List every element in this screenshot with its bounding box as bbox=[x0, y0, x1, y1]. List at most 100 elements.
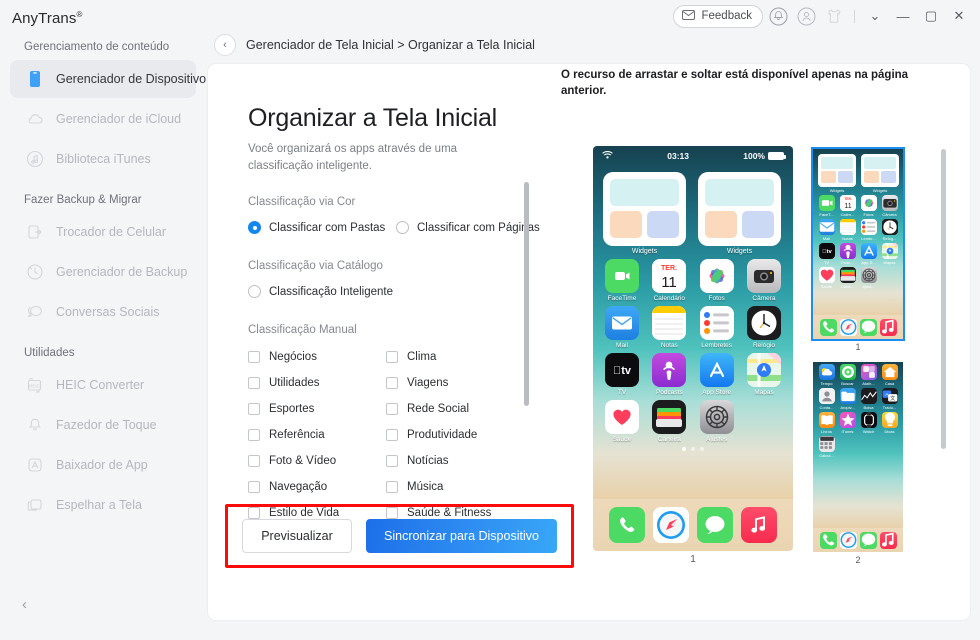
app-cell[interactable]: Relógio bbox=[743, 306, 785, 349]
checkbox[interactable] bbox=[248, 480, 260, 493]
thumbnail-app-cell[interactable]: TER. 11 Calen... bbox=[838, 195, 857, 217]
photos-icon[interactable] bbox=[860, 195, 877, 211]
checkbox[interactable] bbox=[248, 376, 260, 389]
podcasts-icon[interactable] bbox=[652, 353, 687, 387]
thumbnail-app-cell[interactable]: Dicas bbox=[880, 412, 899, 434]
maps-icon[interactable] bbox=[746, 353, 781, 387]
thumbnail-app-cell[interactable]: Buscar bbox=[838, 364, 857, 386]
mail-icon[interactable] bbox=[818, 219, 835, 235]
app-cell[interactable]: Ajustes bbox=[696, 400, 738, 443]
clock-icon[interactable] bbox=[881, 219, 898, 235]
app-cell[interactable]: Saúde bbox=[601, 400, 643, 443]
music-icon[interactable] bbox=[741, 507, 777, 543]
appletv-icon[interactable]: tv bbox=[605, 353, 639, 387]
translate-icon[interactable]: A文 bbox=[881, 388, 898, 404]
maps-icon[interactable] bbox=[881, 243, 898, 259]
sidebar-item-heic-converter[interactable]: HEIC HEIC Converter bbox=[10, 366, 196, 404]
reminders-icon[interactable] bbox=[699, 306, 734, 340]
widget-card[interactable] bbox=[698, 172, 781, 246]
category-checkbox-7[interactable]: Produtividade bbox=[386, 422, 524, 448]
checkbox[interactable] bbox=[386, 480, 398, 493]
thumbnail-app-cell[interactable]: FaceT... bbox=[817, 195, 836, 217]
settings-icon[interactable] bbox=[860, 267, 877, 283]
feedback-button[interactable]: Feedback bbox=[673, 4, 763, 28]
settings-icon[interactable] bbox=[699, 400, 734, 434]
checkbox[interactable] bbox=[386, 350, 398, 363]
appstore-icon[interactable] bbox=[699, 353, 734, 387]
contacts-icon[interactable] bbox=[818, 388, 835, 404]
watch-icon[interactable] bbox=[860, 412, 877, 428]
sidebar-item-baixador-de-app[interactable]: Baixador de App bbox=[10, 446, 196, 484]
tips-icon[interactable] bbox=[881, 412, 898, 428]
widget-slot[interactable]: Widgets bbox=[603, 172, 686, 255]
checkbox[interactable] bbox=[248, 402, 260, 415]
radio-button[interactable] bbox=[248, 285, 261, 298]
phone-preview[interactable]: 03:13 100% Widgets Widgets FaceTime TER. 11… bbox=[593, 146, 793, 551]
category-checkbox-2[interactable]: Utilidades bbox=[248, 370, 386, 396]
phone-icon[interactable] bbox=[609, 507, 645, 543]
mail-icon[interactable] bbox=[605, 306, 639, 340]
thumbnail-app-cell[interactable]: A 文 Tradu... bbox=[880, 388, 899, 410]
category-checkbox-6[interactable]: Referência bbox=[248, 422, 386, 448]
page-thumbnail-1[interactable]: Widgets Widgets FaceT... TER. 11 Calen... Foto… bbox=[811, 147, 905, 341]
safari-icon[interactable] bbox=[653, 507, 689, 543]
appletv-icon[interactable]: tv bbox=[818, 243, 835, 259]
thumbnail-app-cell[interactable]: Bolsa bbox=[859, 388, 878, 410]
category-checkbox-9[interactable]: Notícias bbox=[386, 448, 524, 474]
thumbnail-app-cell[interactable]: Carte... bbox=[838, 267, 857, 289]
itunes-icon[interactable] bbox=[839, 412, 856, 428]
category-checkbox-8[interactable]: Foto & Vídeo bbox=[248, 448, 386, 474]
preview-button[interactable]: Previsualizar bbox=[242, 519, 352, 553]
app-cell[interactable]: Lembretes bbox=[696, 306, 738, 349]
checkbox[interactable] bbox=[386, 454, 398, 467]
thumbnail-app-cell[interactable]: App S... bbox=[859, 243, 878, 265]
app-cell[interactable]: TER. 11 Calendário bbox=[648, 259, 690, 302]
thumbnail-app-cell[interactable]: Tempo bbox=[817, 364, 836, 386]
window-menu-button[interactable]: ⌄ bbox=[862, 3, 888, 29]
checkbox[interactable] bbox=[386, 428, 398, 441]
photos-icon[interactable] bbox=[699, 259, 734, 293]
category-checkbox-4[interactable]: Esportes bbox=[248, 396, 386, 422]
checkbox[interactable] bbox=[386, 376, 398, 389]
sidebar-item-conversas-sociais[interactable]: Conversas Sociais bbox=[10, 293, 196, 331]
appstore-icon[interactable] bbox=[860, 243, 877, 259]
category-checkbox-11[interactable]: Música bbox=[386, 474, 524, 500]
podcasts-icon[interactable] bbox=[839, 243, 856, 259]
shortcuts-icon[interactable] bbox=[860, 364, 877, 380]
app-cell[interactable]: FaceTime bbox=[601, 259, 643, 302]
health-icon[interactable] bbox=[605, 400, 639, 434]
clock-icon[interactable] bbox=[746, 306, 781, 340]
safari-icon[interactable] bbox=[839, 531, 857, 549]
thumbnail-app-cell[interactable]: iTunes bbox=[838, 412, 857, 434]
thumbnail-app-cell[interactable]: Câmera bbox=[880, 195, 899, 217]
sidebar-item-espelhar-a-tela[interactable]: Espelhar a Tela bbox=[10, 486, 196, 524]
camera-icon[interactable] bbox=[881, 195, 898, 211]
books-icon[interactable] bbox=[818, 412, 835, 428]
sidebar-item-biblioteca-itunes[interactable]: Biblioteca iTunes bbox=[10, 140, 196, 178]
category-checkbox-10[interactable]: Navegação bbox=[248, 474, 386, 500]
sidebar-collapse-button[interactable]: ‹ bbox=[22, 597, 27, 612]
health-icon[interactable] bbox=[818, 267, 835, 283]
home-icon[interactable] bbox=[881, 364, 898, 380]
sidebar-item-gerenciador-de-dispositivo[interactable]: Gerenciador de Dispositivo bbox=[10, 60, 206, 98]
app-cell[interactable]: App Store bbox=[696, 353, 738, 396]
camera-icon[interactable] bbox=[746, 259, 781, 293]
widget-slot[interactable]: Widgets bbox=[698, 172, 781, 255]
checkbox[interactable] bbox=[248, 428, 260, 441]
sidebar-item-gerenciador-de-icloud[interactable]: Gerenciador de iCloud bbox=[10, 100, 196, 138]
notes-icon[interactable] bbox=[652, 306, 687, 340]
sidebar-item-gerenciador-de-backup[interactable]: Gerenciador de Backup bbox=[10, 253, 196, 291]
checkbox[interactable] bbox=[248, 454, 260, 467]
account-icon[interactable] bbox=[793, 3, 819, 29]
breadcrumb-back-button[interactable]: ‹ bbox=[214, 34, 236, 56]
page-dot[interactable] bbox=[691, 447, 695, 451]
page-thumbnail-2[interactable]: Tempo Buscar Atalh... Casa Conta... Arquiv...… bbox=[813, 362, 903, 552]
app-cell[interactable]: Podcasts bbox=[648, 353, 690, 396]
radio-button[interactable] bbox=[248, 221, 261, 234]
category-checkbox-1[interactable]: Clima bbox=[386, 344, 524, 370]
app-cell[interactable]: Notas bbox=[648, 306, 690, 349]
calculator-icon[interactable] bbox=[818, 436, 835, 452]
color-classify-option-0[interactable]: Classificar com Pastas bbox=[248, 216, 396, 240]
category-checkbox-5[interactable]: Rede Social bbox=[386, 396, 524, 422]
app-cell[interactable]: Carteira bbox=[648, 400, 690, 443]
